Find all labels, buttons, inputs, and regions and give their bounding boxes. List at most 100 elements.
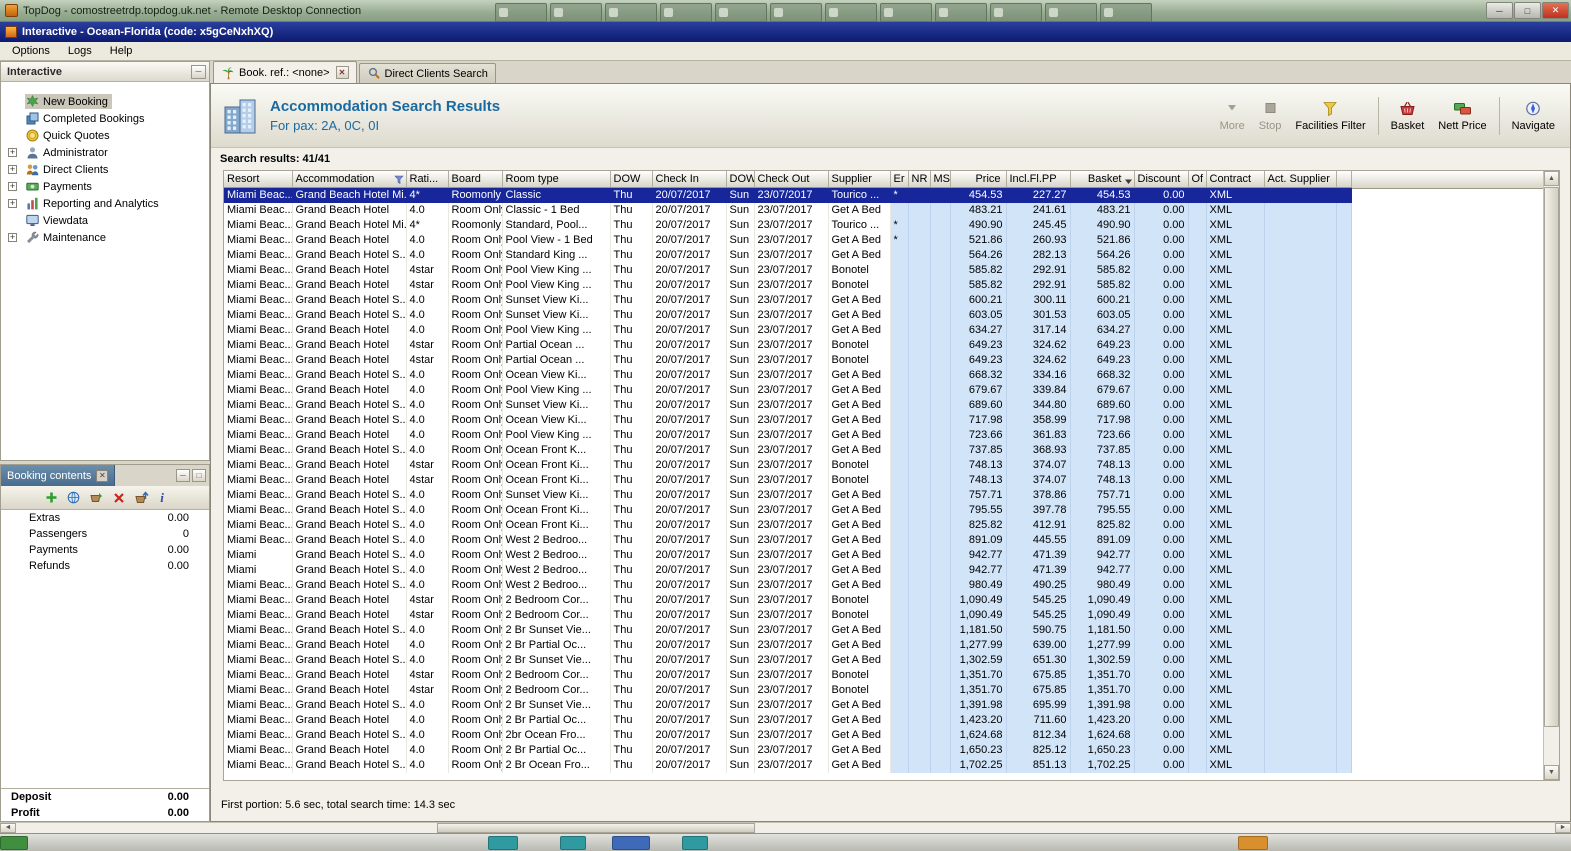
table-row[interactable]: Miami Beac... Grand Beach Hotel S... 4.0 Ro…	[224, 623, 1352, 638]
column-header-rating[interactable]: Rati...	[406, 171, 449, 188]
column-header-contract[interactable]: Contract	[1206, 171, 1265, 188]
navigate-button[interactable]: Navigate	[1505, 96, 1562, 135]
background-window-tab[interactable]	[660, 3, 712, 22]
table-row[interactable]: Miami Beac... Grand Beach Hotel 4star Room …	[224, 608, 1352, 623]
booking-contents-tab[interactable]: Booking contents ✕	[1, 465, 116, 486]
table-row[interactable]: Miami Beac... Grand Beach Hotel S... 4.0 Ro…	[224, 533, 1352, 548]
minimize-panel-icon[interactable]: ─	[176, 469, 190, 482]
table-row[interactable]: Miami Beac... Grand Beach Hotel 4.0 Room On…	[224, 323, 1352, 338]
scroll-up-icon[interactable]: ▲	[1544, 171, 1559, 186]
table-row[interactable]: Miami Beac... Grand Beach Hotel 4star Room …	[224, 353, 1352, 368]
table-row[interactable]: Miami Beac... Grand Beach Hotel S... 4.0 Ro…	[224, 368, 1352, 383]
table-row[interactable]: Miami Beac... Grand Beach Hotel Mi... 4* Ro…	[224, 218, 1352, 233]
restore-panel-icon[interactable]: □	[192, 469, 206, 482]
sidebar-item-direct-clients[interactable]: + Direct Clients	[1, 161, 209, 178]
table-row[interactable]: Miami Beac... Grand Beach Hotel 4.0 Room On…	[224, 428, 1352, 443]
vertical-scrollbar[interactable]: ▲ ▼	[1543, 171, 1559, 780]
table-row[interactable]: Miami Grand Beach Hotel S... 4.0 Room Only W…	[224, 548, 1352, 563]
table-row[interactable]: Miami Beac... Grand Beach Hotel S... 4.0 Ro…	[224, 728, 1352, 743]
basket-button[interactable]: Basket	[1384, 96, 1432, 135]
table-row[interactable]: Miami Beac... Grand Beach Hotel 4star Room …	[224, 458, 1352, 473]
background-window-tab[interactable]	[825, 3, 877, 22]
column-header-dow-out[interactable]: DOW	[726, 171, 755, 188]
add-button[interactable]	[45, 491, 58, 504]
sidebar-item-viewdata[interactable]: Viewdata	[1, 212, 209, 229]
taskbar-item[interactable]	[682, 836, 708, 850]
taskbar-item[interactable]	[612, 836, 650, 850]
tab-direct-clients-search[interactable]: Direct Clients Search	[358, 63, 496, 83]
more-button[interactable]: More	[1213, 96, 1252, 135]
sidebar-item-reporting-and-analytics[interactable]: + Reporting and Analytics	[1, 195, 209, 212]
table-row[interactable]: Miami Beac... Grand Beach Hotel S... 4.0 Ro…	[224, 413, 1352, 428]
table-row[interactable]: Miami Beac... Grand Beach Hotel 4star Room …	[224, 278, 1352, 293]
table-row[interactable]: Miami Beac... Grand Beach Hotel 4.0 Room On…	[224, 713, 1352, 728]
background-window-tab[interactable]	[770, 3, 822, 22]
column-header-act-supplier[interactable]: Act. Supplier	[1264, 171, 1337, 188]
filter-icon[interactable]	[393, 174, 404, 187]
column-header-accommodation[interactable]: Accommodation	[292, 171, 407, 188]
expand-plus-icon[interactable]: +	[8, 182, 17, 191]
menu-options[interactable]: Options	[3, 43, 59, 59]
expand-plus-icon[interactable]: +	[8, 165, 17, 174]
delete-button[interactable]	[113, 492, 125, 504]
table-row[interactable]: Miami Beac... Grand Beach Hotel 4star Room …	[224, 593, 1352, 608]
column-header-price[interactable]: Price	[950, 171, 1007, 188]
background-window-tab[interactable]	[715, 3, 767, 22]
expand-plus-icon[interactable]: +	[8, 148, 17, 157]
start-button[interactable]	[0, 836, 28, 850]
facilities-filter-button[interactable]: Facilities Filter	[1288, 96, 1372, 135]
background-window-tab[interactable]	[605, 3, 657, 22]
background-window-tab[interactable]	[1100, 3, 1152, 22]
column-header-discount[interactable]: Discount	[1134, 171, 1189, 188]
basket-add-button[interactable]	[89, 491, 104, 504]
background-window-tab[interactable]	[1045, 3, 1097, 22]
background-window-tab[interactable]	[495, 3, 547, 22]
column-header-ms[interactable]: MS	[930, 171, 951, 188]
column-header-check-out[interactable]: Check Out	[754, 171, 829, 188]
taskbar-item[interactable]	[488, 836, 518, 850]
menu-help[interactable]: Help	[101, 43, 142, 59]
table-row[interactable]: Miami Beac... Grand Beach Hotel S... 4.0 Ro…	[224, 248, 1352, 263]
table-row[interactable]: Miami Beac... Grand Beach Hotel S... 4.0 Ro…	[224, 653, 1352, 668]
table-row[interactable]: Miami Beac... Grand Beach Hotel S... 4.0 Ro…	[224, 398, 1352, 413]
background-window-tab[interactable]	[880, 3, 932, 22]
table-row[interactable]: Miami Beac... Grand Beach Hotel 4.0 Room On…	[224, 743, 1352, 758]
globe-button[interactable]	[67, 491, 80, 504]
column-header-basket[interactable]: Basket	[1070, 171, 1135, 188]
column-header-er[interactable]: Er	[890, 171, 909, 188]
column-header-resort[interactable]: Resort	[224, 171, 293, 188]
expand-plus-icon[interactable]: +	[8, 199, 17, 208]
collapse-panel-icon[interactable]: ─	[191, 64, 206, 79]
table-row[interactable]: Miami Beac... Grand Beach Hotel S... 4.0 Ro…	[224, 293, 1352, 308]
expand-plus-icon[interactable]: +	[8, 233, 17, 242]
column-header-dow-in[interactable]: DOW	[610, 171, 653, 188]
sidebar-item-quick-quotes[interactable]: Quick Quotes	[1, 127, 209, 144]
close-icon[interactable]: ✕	[335, 66, 349, 79]
stop-button[interactable]: Stop	[1252, 96, 1289, 135]
table-row[interactable]: Miami Beac... Grand Beach Hotel 4star Room …	[224, 473, 1352, 488]
nett-price-button[interactable]: Nett Price	[1431, 96, 1493, 135]
sidebar-item-payments[interactable]: + Payments	[1, 178, 209, 195]
table-row[interactable]: Miami Beac... Grand Beach Hotel 4star Room …	[224, 263, 1352, 278]
menu-logs[interactable]: Logs	[59, 43, 101, 59]
table-row[interactable]: Miami Beac... Grand Beach Hotel 4star Room …	[224, 668, 1352, 683]
background-window-tab[interactable]	[990, 3, 1042, 22]
close-icon[interactable]: ✕	[96, 469, 109, 482]
info-button[interactable]: i	[158, 491, 166, 504]
table-row[interactable]: Miami Beac... Grand Beach Hotel S... 4.0 Ro…	[224, 488, 1352, 503]
basket-up-button[interactable]	[134, 491, 149, 504]
column-header-supplier[interactable]: Supplier	[828, 171, 891, 188]
column-header-of[interactable]: Of	[1188, 171, 1207, 188]
column-header-room-type[interactable]: Room type	[502, 171, 611, 188]
table-row[interactable]: Miami Beac... Grand Beach Hotel Mi... 4* Ro…	[224, 187, 1352, 203]
close-icon[interactable]: ✕	[1542, 2, 1569, 19]
sidebar-item-completed-bookings[interactable]: Completed Bookings	[1, 110, 209, 127]
taskbar-item[interactable]	[560, 836, 586, 850]
sidebar-item-administrator[interactable]: + Administrator	[1, 144, 209, 161]
horizontal-scrollbar-thumb[interactable]	[437, 823, 755, 833]
table-row[interactable]: Miami Grand Beach Hotel S... 4.0 Room Only W…	[224, 563, 1352, 578]
taskbar-item[interactable]	[1238, 836, 1268, 850]
table-row[interactable]: Miami Beac... Grand Beach Hotel S... 4.0 Ro…	[224, 578, 1352, 593]
minimize-icon[interactable]: ─	[1486, 2, 1513, 19]
maximize-icon[interactable]: □	[1514, 2, 1541, 19]
